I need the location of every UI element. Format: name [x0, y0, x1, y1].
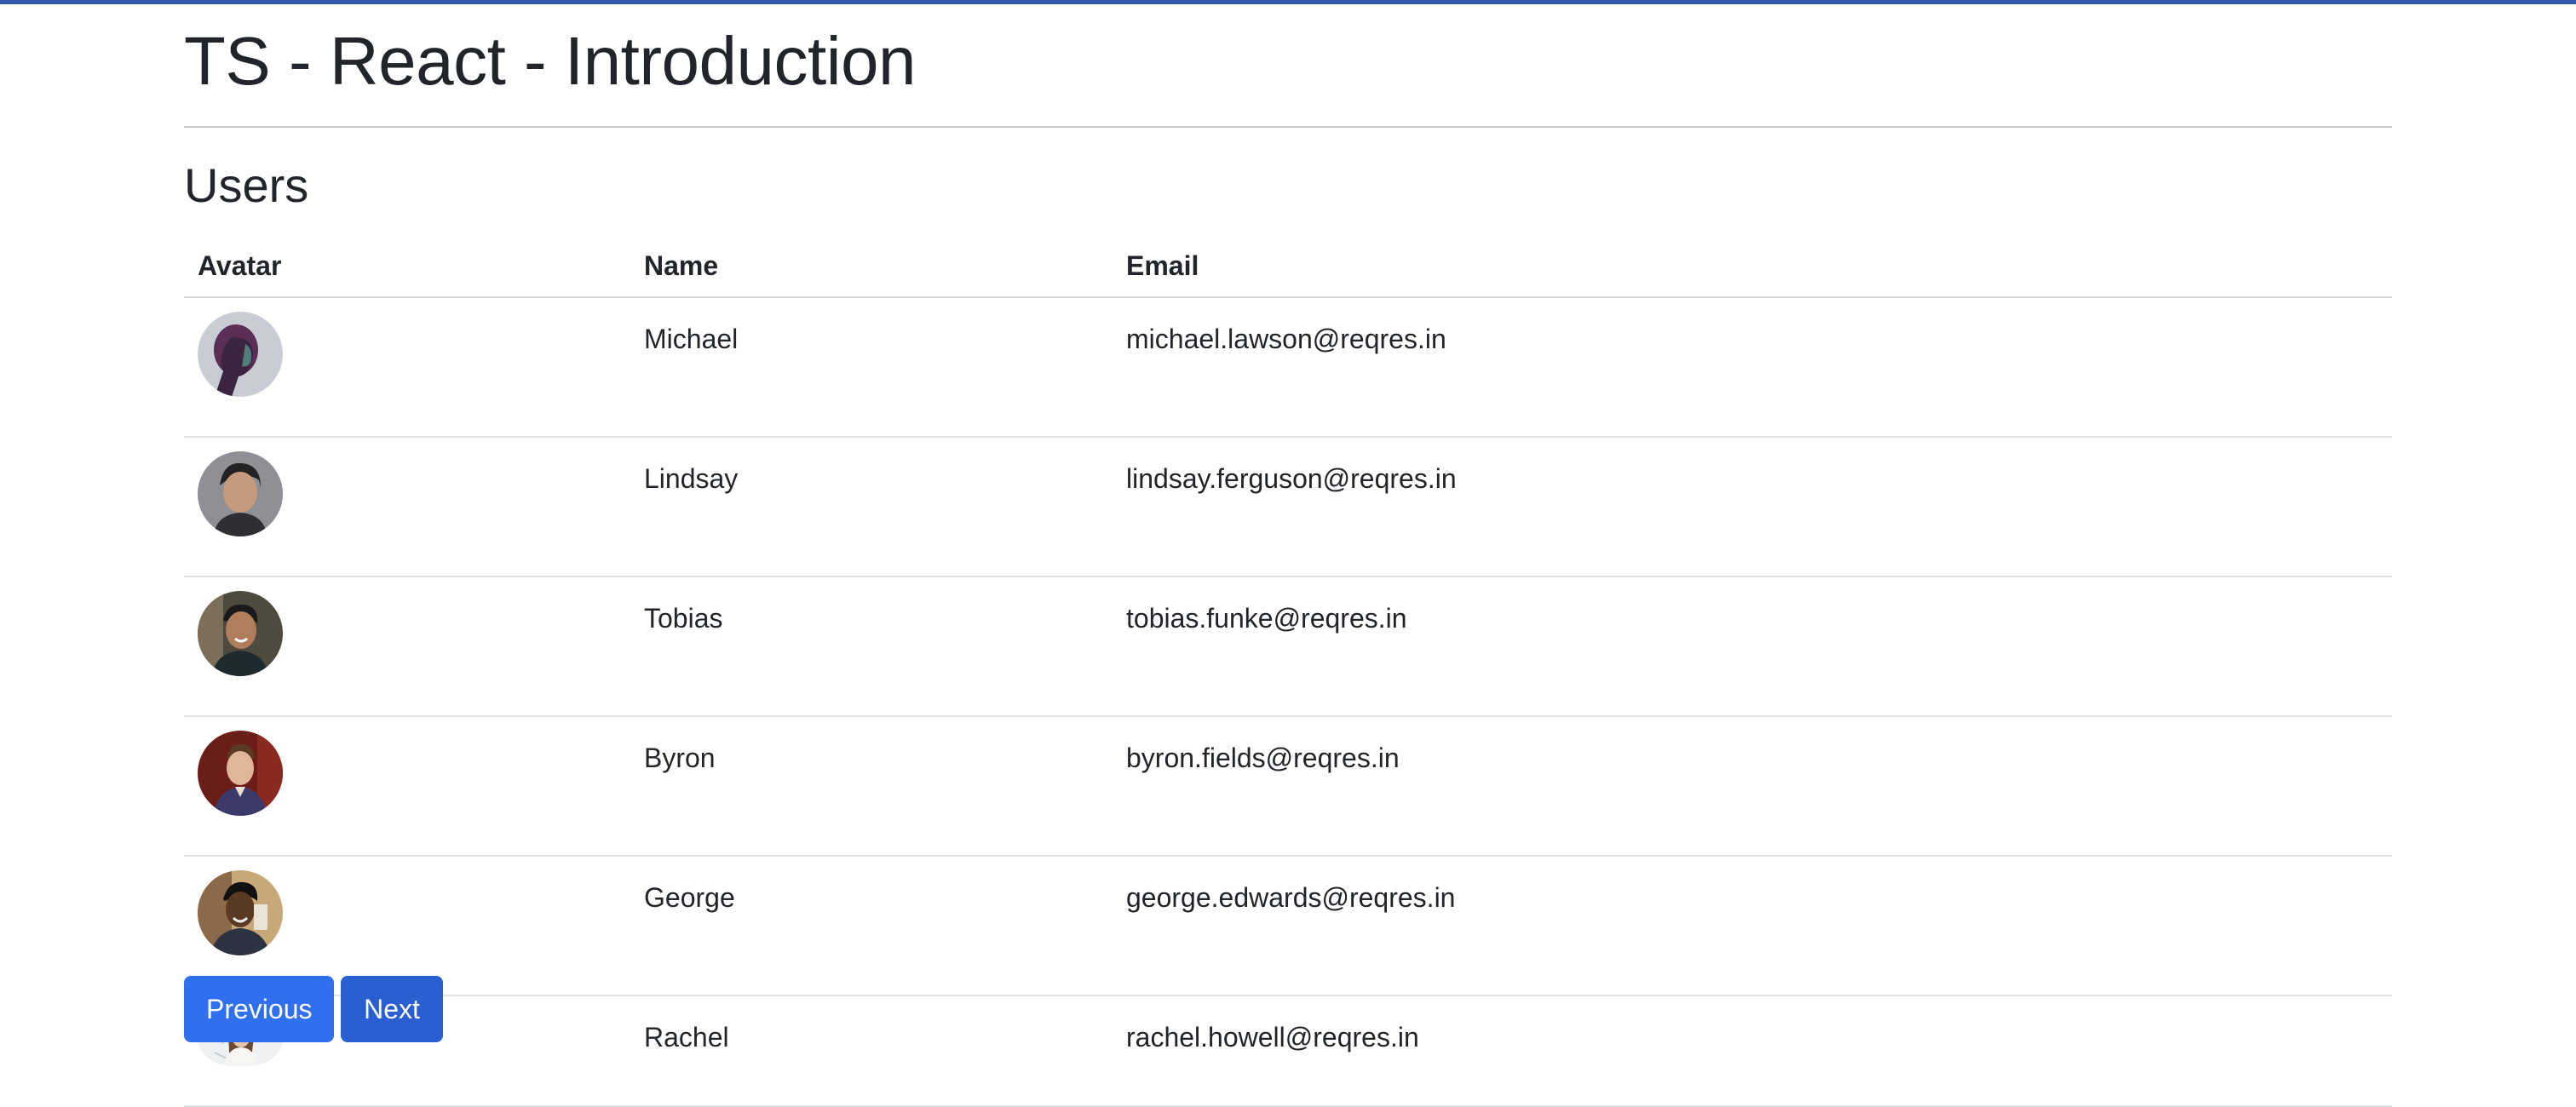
table-row: Byron byron.fields@reqres.in	[184, 716, 2392, 857]
table-header-row: Avatar Name Email	[184, 235, 2392, 298]
avatar-cell	[184, 437, 630, 577]
header-email: Email	[1113, 235, 2392, 298]
header-avatar: Avatar	[184, 235, 630, 298]
avatar-cell	[184, 716, 630, 857]
header-name: Name	[630, 235, 1113, 298]
previous-button[interactable]: Previous	[184, 976, 334, 1042]
page-title: TS - React - Introduction	[184, 23, 916, 99]
pagination: Previous Next	[184, 976, 443, 1042]
user-name: Lindsay	[630, 437, 1113, 577]
users-heading: Users	[184, 158, 309, 212]
user-name: Rachel	[630, 995, 1113, 1107]
michael-avatar	[198, 312, 283, 397]
user-name: Byron	[630, 716, 1113, 857]
byron-avatar	[198, 731, 283, 816]
user-email: george.edwards@reqres.in	[1113, 856, 2392, 996]
user-name: Michael	[630, 297, 1113, 438]
user-email: lindsay.ferguson@reqres.in	[1113, 437, 2392, 577]
next-button[interactable]: Next	[341, 976, 443, 1042]
table-row: George george.edwards@reqres.in	[184, 856, 2392, 996]
tobias-avatar	[198, 591, 283, 676]
title-divider	[184, 126, 2392, 128]
table-row: Rachel rachel.howell@reqres.in	[184, 995, 2392, 1107]
george-avatar	[198, 870, 283, 955]
table-row: Lindsay lindsay.ferguson@reqres.in	[184, 437, 2392, 577]
user-name: Tobias	[630, 576, 1113, 717]
user-email: michael.lawson@reqres.in	[1113, 297, 2392, 438]
avatar-cell	[184, 297, 630, 438]
user-email: byron.fields@reqres.in	[1113, 716, 2392, 857]
lindsay-avatar	[198, 451, 283, 536]
avatar-cell	[184, 576, 630, 717]
users-table: Avatar Name Email Michael michael.lawson…	[184, 235, 2392, 1107]
user-name: George	[630, 856, 1113, 996]
table-row: Michael michael.lawson@reqres.in	[184, 297, 2392, 438]
user-email: rachel.howell@reqres.in	[1113, 995, 2392, 1107]
avatar-cell	[184, 856, 630, 996]
top-accent-bar	[0, 0, 2576, 4]
table-row: Tobias tobias.funke@reqres.in	[184, 576, 2392, 717]
user-email: tobias.funke@reqres.in	[1113, 576, 2392, 717]
